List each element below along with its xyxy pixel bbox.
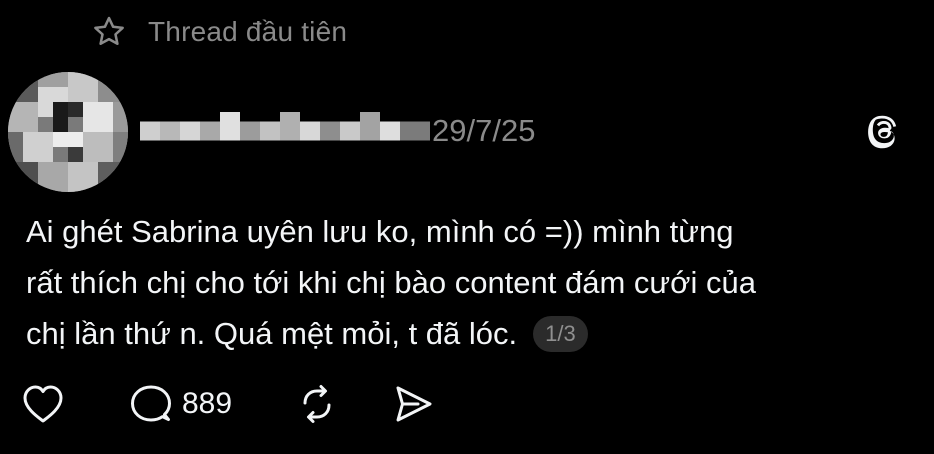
heart-icon	[23, 385, 63, 423]
post-text-line: Ai ghét Sabrina uyên lưu ko, mình có =))…	[26, 214, 734, 249]
post-text-line: chị lần thứ n. Quá mệt mỏi, t đã lóc. 1/3	[26, 308, 916, 359]
star-icon	[94, 16, 124, 45]
pinned-label: Thread đầu tiên	[148, 16, 348, 47]
comment-icon	[131, 385, 171, 422]
post-action-bar: 889	[20, 382, 500, 426]
pinned-thread-header: Thread đầu tiên	[90, 12, 347, 52]
send-icon	[396, 386, 432, 422]
share-button[interactable]	[390, 382, 436, 426]
repost-button[interactable]	[294, 382, 340, 426]
threads-logo-icon[interactable]	[864, 110, 904, 150]
reply-count: 889	[182, 387, 233, 420]
like-button[interactable]	[20, 382, 66, 426]
page-indicator-badge[interactable]: 1/3	[533, 316, 588, 352]
reply-button[interactable]: 889	[128, 382, 232, 426]
username[interactable]	[140, 112, 430, 150]
post-text: Ai ghét Sabrina uyên lưu ko, mình có =))…	[26, 206, 916, 359]
post-text-line: rất thích chị cho tới khi chị bào conten…	[26, 265, 756, 300]
post-text-line-content: chị lần thứ n. Quá mệt mỏi, t đã lóc.	[26, 316, 518, 351]
post-timestamp: 29/7/25	[432, 113, 536, 148]
repost-icon	[303, 385, 331, 423]
avatar[interactable]	[8, 72, 128, 192]
